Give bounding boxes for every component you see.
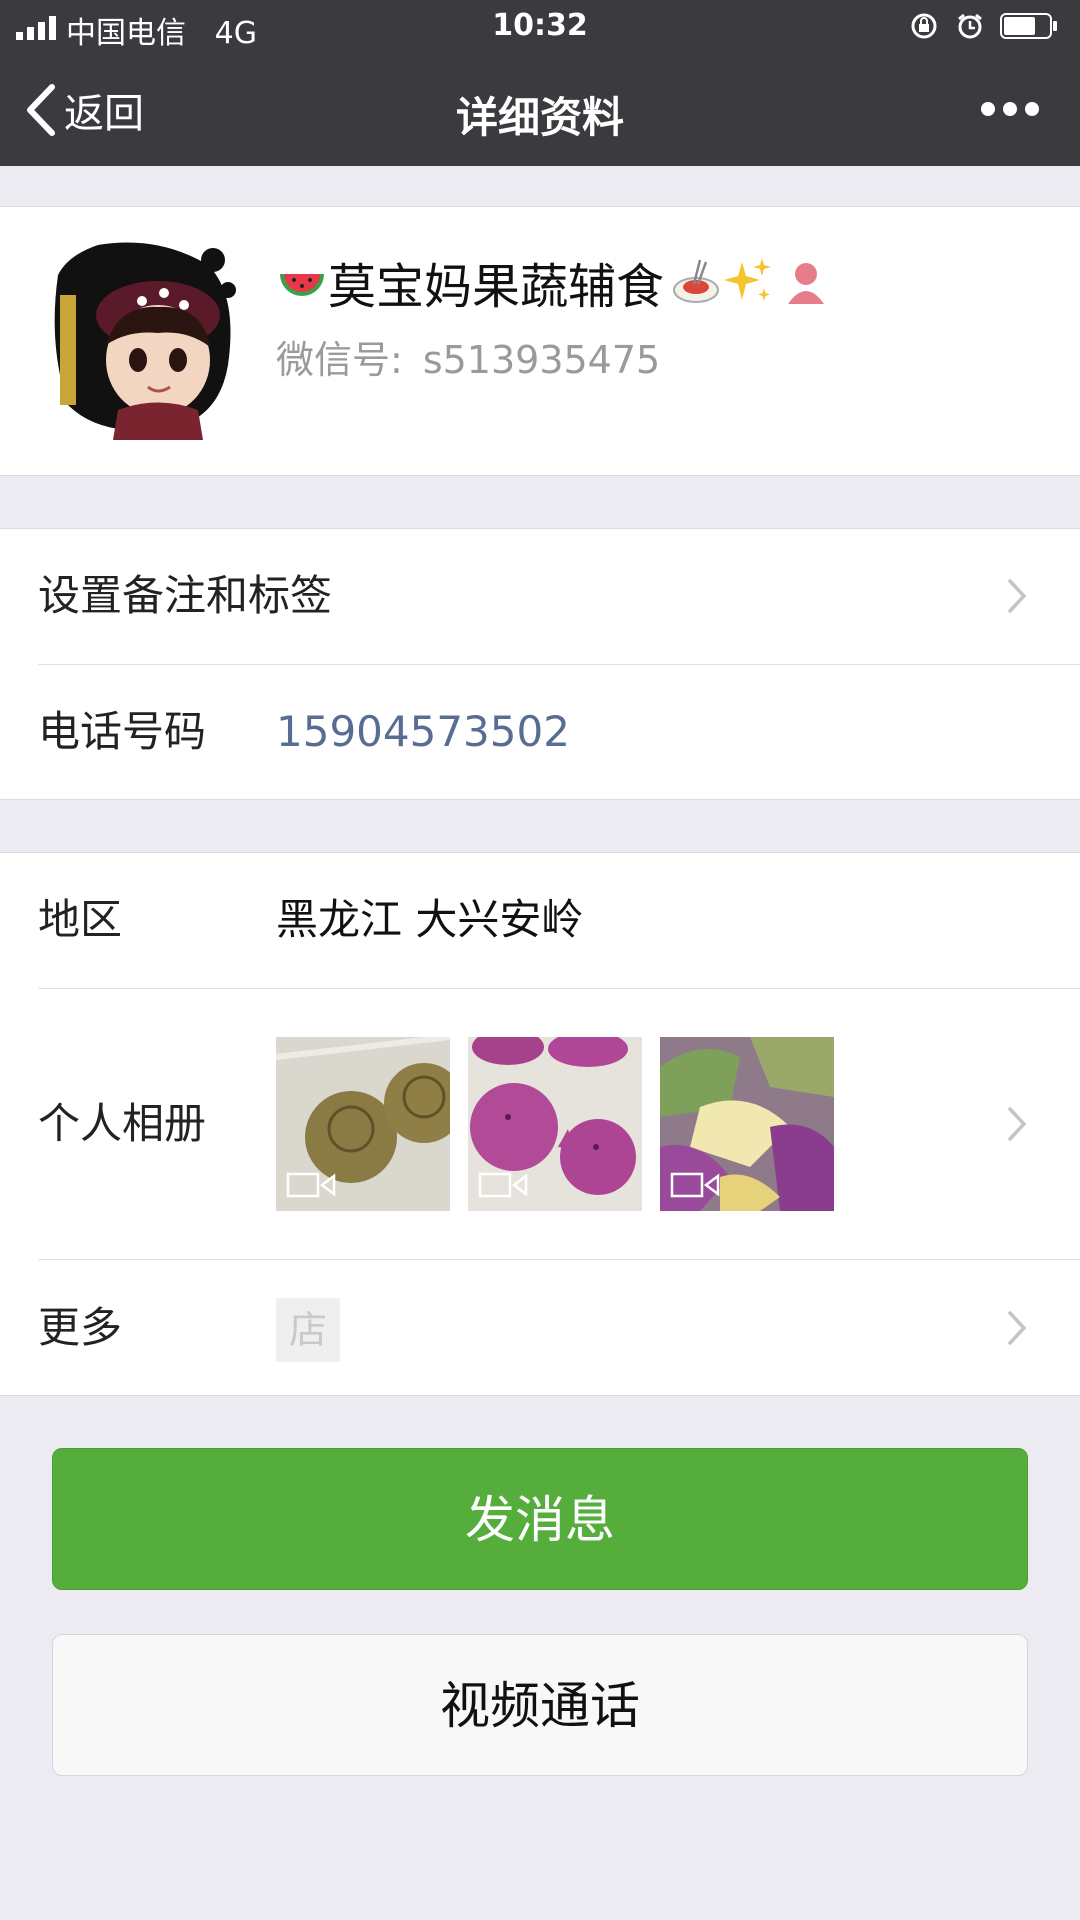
- phone-row: 电话号码 15904573502: [0, 665, 1080, 799]
- shop-icon: 店: [276, 1298, 340, 1362]
- video-icon: [286, 1172, 336, 1198]
- remark-tags-label: 设置备注和标签: [38, 571, 333, 620]
- video-icon: [478, 1172, 528, 1198]
- region-row: 地区 黑龙江 大兴安岭: [0, 853, 1080, 987]
- region-label: 地区: [38, 895, 123, 944]
- phone-label: 电话号码: [38, 707, 207, 756]
- wechat-id-label: 微信号:: [276, 338, 403, 382]
- remark-tags-row[interactable]: 设置备注和标签: [0, 529, 1080, 663]
- alarm-icon: [958, 13, 982, 39]
- more-label: 更多: [38, 1303, 123, 1352]
- rotation-lock-icon: [911, 13, 937, 39]
- contact-info-group: 设置备注和标签 电话号码 15904573502: [0, 528, 1080, 800]
- person-silhouette-icon: [788, 263, 825, 304]
- album-thumbnails: [276, 1037, 834, 1211]
- album-row[interactable]: 个人相册: [0, 989, 1080, 1259]
- wechat-id: 微信号: s513935475: [276, 329, 660, 384]
- region-value: 黑龙江 大兴安岭: [276, 895, 584, 944]
- details-group: 地区 黑龙江 大兴安岭 个人相册 更多 店: [0, 852, 1080, 1396]
- album-thumbnail[interactable]: [276, 1037, 450, 1211]
- more-row[interactable]: 更多 店: [0, 1260, 1080, 1395]
- album-thumbnail[interactable]: [468, 1037, 642, 1211]
- video-call-button[interactable]: 视频通话: [52, 1634, 1028, 1776]
- battery-icon: [1000, 13, 1057, 39]
- avatar[interactable]: [38, 235, 238, 445]
- navigation-bar: 返回 详细资料: [0, 54, 1080, 166]
- profile-card: 莫宝妈果蔬辅食 微信号: s513935475: [0, 206, 1080, 476]
- watermelon-icon: [280, 274, 324, 296]
- spaghetti-icon: [673, 259, 720, 303]
- album-thumbnail[interactable]: [660, 1037, 834, 1211]
- nickname: 莫宝妈果蔬辅食: [328, 259, 665, 315]
- chevron-right-icon: [1008, 579, 1027, 613]
- sparkles-icon: [724, 258, 772, 301]
- top-bar: 中国电信 4G 10:32 返回 详细资料: [0, 0, 1080, 166]
- chevron-right-icon: [1008, 1107, 1027, 1141]
- nickname-row: 莫宝妈果蔬辅食: [276, 247, 832, 317]
- phone-number-link[interactable]: 15904573502: [276, 665, 570, 799]
- chevron-right-icon: [1008, 1310, 1027, 1345]
- more-dots-icon[interactable]: [980, 94, 1040, 124]
- video-icon: [670, 1172, 720, 1198]
- page-title: 详细资料: [455, 93, 624, 142]
- wechat-id-value: s513935475: [422, 338, 661, 382]
- album-label: 个人相册: [38, 1099, 207, 1148]
- status-bar: 中国电信 4G 10:32: [0, 0, 1080, 54]
- send-message-button[interactable]: 发消息: [52, 1448, 1028, 1590]
